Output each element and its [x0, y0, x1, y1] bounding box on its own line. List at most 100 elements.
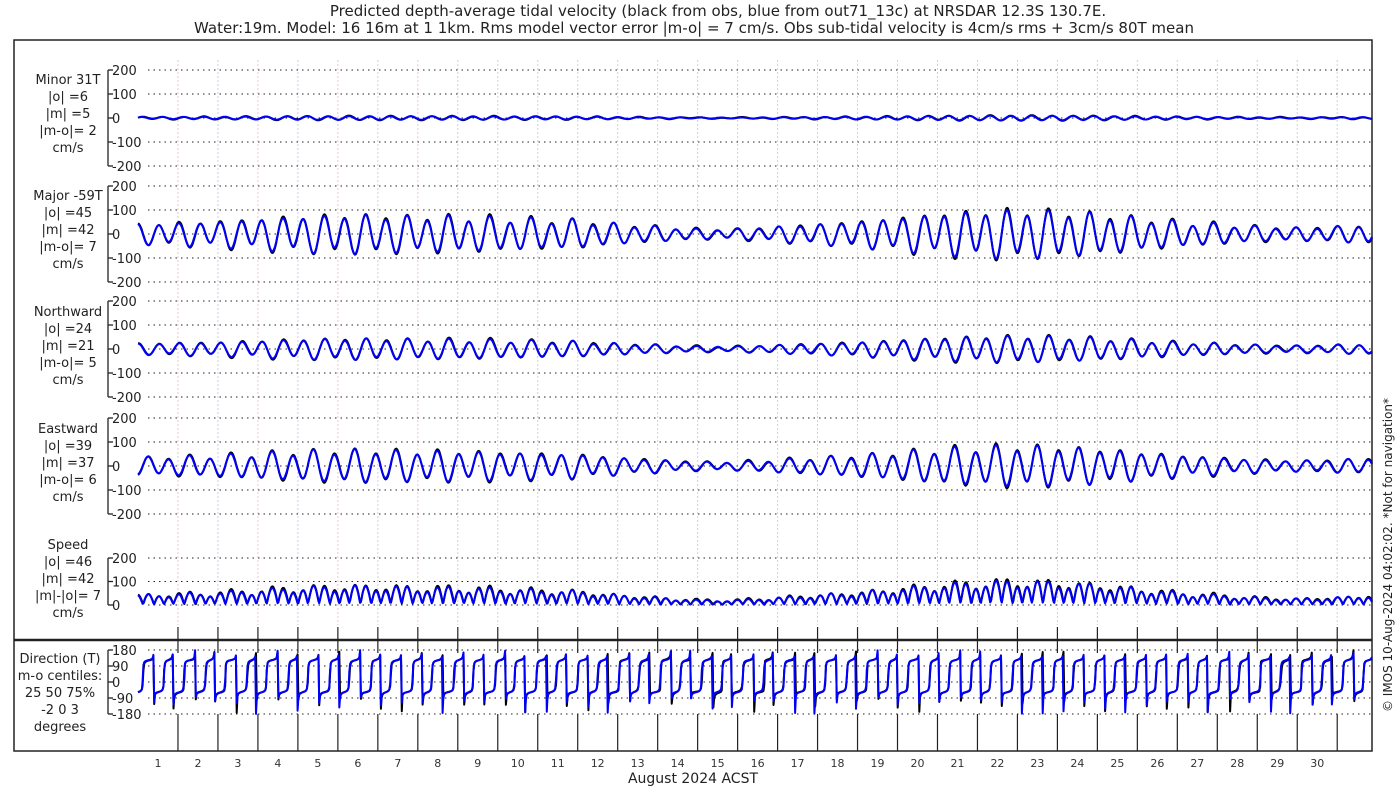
panel-label-line: cm/s — [53, 606, 84, 621]
y-tick-label: 0 — [112, 676, 120, 691]
x-axis-label: August 2024 ACST — [628, 771, 759, 787]
y-tick-label: 0 — [112, 228, 120, 243]
panel-label-line: |m| =37 — [42, 456, 95, 471]
y-tick-label: -200 — [112, 508, 142, 523]
panel-speed: Speed |o| =46 |m| =42 |m|-|o|= 7 cm/s 200 100 0 — [35, 538, 1373, 621]
panel-label-line: cm/s — [53, 373, 84, 388]
x-tick-label: 18 — [831, 757, 845, 770]
y-tick-label: 100 — [112, 204, 137, 219]
x-tick-label: 24 — [1070, 757, 1084, 770]
panel-direction: Direction (T) m-o centiles: 25 50 75% -2 0 … — [18, 644, 1373, 735]
y-tick-label: 180 — [112, 644, 137, 659]
panel-minor: Minor 31T |o| =6 |m| =5 |m-o|= 2 cm/s 200 100 0… — [36, 64, 1373, 175]
panel-label-line: |m-o|= 7 — [39, 240, 97, 255]
panel-label-line: Eastward — [38, 422, 98, 437]
y-tick-label: 0 — [112, 599, 120, 614]
panel-label-line: |m|-|o|= 7 — [35, 589, 101, 604]
panel-label-line: |o| =24 — [44, 322, 92, 337]
x-tick-label: 8 — [434, 757, 441, 770]
panel-label-line: Direction (T) — [20, 652, 101, 667]
x-tick-label: 2 — [194, 757, 201, 770]
panel-label-line: Northward — [34, 305, 102, 320]
y-tick-label: 0 — [112, 112, 120, 127]
panel-label-line: |o| =45 — [44, 206, 92, 221]
panel-label-line: |o| =46 — [44, 555, 92, 570]
panel-label-line: Major -59T — [33, 189, 102, 204]
panel-label-line: |o| =39 — [44, 439, 92, 454]
panel-label-line: |m| =42 — [42, 572, 95, 587]
panel-label-line: cm/s — [53, 141, 84, 156]
y-tick-label: 200 — [112, 295, 137, 310]
x-tick-label: 13 — [631, 757, 645, 770]
y-tick-label: 100 — [112, 88, 137, 103]
panel-label-line: |m-o|= 5 — [39, 356, 97, 371]
grid-layer — [177, 60, 1338, 751]
panels-layer: Minor 31T |o| =6 |m| =5 |m-o|= 2 cm/s 200 100 0… — [18, 64, 1373, 735]
x-tick-label: 22 — [990, 757, 1004, 770]
x-tick-label: 26 — [1150, 757, 1164, 770]
x-tick-label: 3 — [234, 757, 241, 770]
panel-label-line: |o| =6 — [48, 90, 88, 105]
copyright-note: © IMOS 10-Aug-2024 04:02:02. *Not for na… — [1381, 398, 1395, 712]
x-tick-label: 29 — [1270, 757, 1284, 770]
series-model-speed — [137, 579, 1373, 606]
x-tick-label: 1 — [154, 757, 161, 770]
y-tick-label: -200 — [112, 276, 142, 291]
x-tick-label: 28 — [1230, 757, 1244, 770]
chart-title-line-2: Water:19m. Model: 16 16m at 1 1km. Rms m… — [194, 19, 1194, 37]
panel-label-line: |m| =21 — [42, 339, 95, 354]
y-tick-label: 200 — [112, 412, 137, 427]
y-tick-label: -100 — [112, 136, 142, 151]
panel-north: Northward |o| =24 |m| =21 |m-o|= 5 cm/s 200 10… — [34, 295, 1373, 406]
y-tick-label: 0 — [112, 460, 120, 475]
y-tick-label: -200 — [112, 160, 142, 175]
y-tick-label: -100 — [112, 367, 142, 382]
x-tick-label: 17 — [791, 757, 805, 770]
y-tick-label: 0 — [112, 343, 120, 358]
tidal-velocity-chart: Predicted depth-average tidal velocity (… — [13, 2, 1395, 787]
panel-label-line: |m| =42 — [42, 223, 95, 238]
x-tick-label: 30 — [1310, 757, 1324, 770]
y-tick-label: 200 — [112, 64, 137, 79]
x-tick-label: 5 — [314, 757, 321, 770]
x-tick-label: 23 — [1030, 757, 1044, 770]
panel-label-line: m-o centiles: — [18, 669, 103, 684]
x-tick-label: 20 — [910, 757, 924, 770]
panel-label-line: |m-o|= 6 — [39, 473, 97, 488]
panel-label-line: cm/s — [53, 257, 84, 272]
x-tick-label: 21 — [950, 757, 964, 770]
y-tick-label: -180 — [112, 708, 142, 723]
x-tick-label: 19 — [871, 757, 885, 770]
y-tick-label: 90 — [112, 660, 129, 675]
panel-label-line: Minor 31T — [36, 73, 101, 88]
x-tick-label: 27 — [1190, 757, 1204, 770]
x-tick-label: 16 — [751, 757, 765, 770]
panel-label-line: |m-o|= 2 — [39, 124, 97, 139]
panel-label-line: 25 50 75% — [25, 686, 95, 701]
panel-label-line: degrees — [34, 720, 87, 735]
y-tick-label: 100 — [112, 576, 137, 591]
x-tick-label: 11 — [551, 757, 565, 770]
panel-east: Eastward |o| =39 |m| =37 |m-o|= 6 cm/s 200 100… — [38, 412, 1373, 523]
y-tick-label: 100 — [112, 319, 137, 334]
x-tick-label: 14 — [671, 757, 685, 770]
x-tick-label: 10 — [511, 757, 525, 770]
y-tick-label: 200 — [112, 552, 137, 567]
y-tick-label: -100 — [112, 484, 142, 499]
y-tick-label: -90 — [112, 692, 133, 707]
x-tick-label: 7 — [394, 757, 401, 770]
y-tick-label: -100 — [112, 252, 142, 267]
series-model-north — [137, 334, 1373, 364]
panel-label-line: -2 0 3 — [41, 703, 79, 718]
x-axis: 1 2 3 4 5 6 7 8 9 10 11 12 13 14 15 16 17 18 19 20 21 22 23 24 2… — [154, 757, 1324, 770]
panel-label-line: Speed — [48, 538, 89, 553]
y-tick-label: -200 — [112, 391, 142, 406]
y-tick-label: 100 — [112, 436, 137, 451]
y-tick-label: 200 — [112, 180, 137, 195]
x-tick-label: 15 — [711, 757, 725, 770]
panel-label-line: |m| =5 — [46, 107, 91, 122]
x-tick-label: 12 — [591, 757, 605, 770]
panel-label-line: cm/s — [53, 490, 84, 505]
x-tick-label: 25 — [1110, 757, 1124, 770]
x-tick-label: 9 — [474, 757, 481, 770]
